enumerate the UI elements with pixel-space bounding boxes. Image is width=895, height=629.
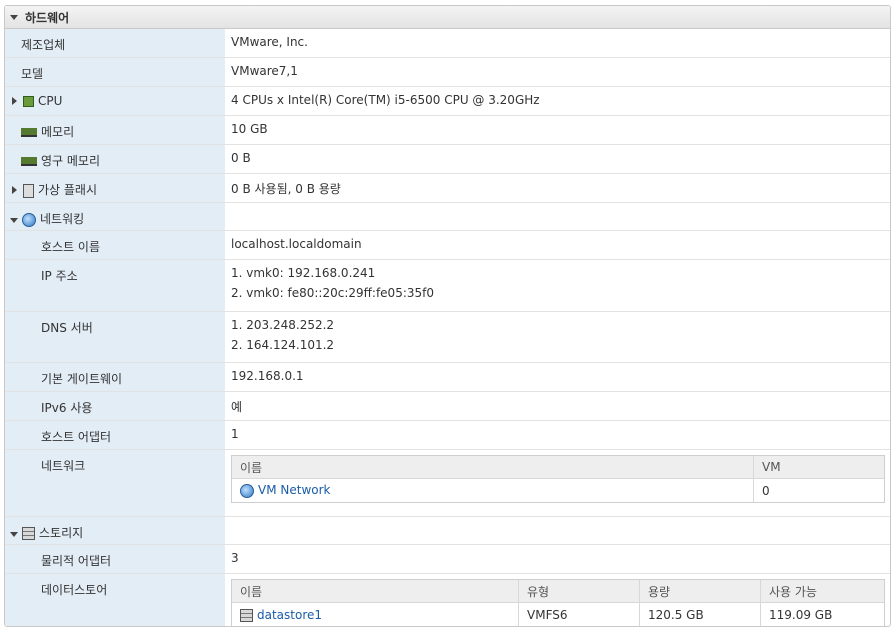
value-cpu: 4 CPUs x Intel(R) Core(TM) i5-6500 CPU @…: [231, 93, 540, 107]
label-virtual-flash: 가상 플래시: [38, 183, 98, 197]
value-ipv6: 예: [231, 400, 243, 414]
value-persistent-memory: 0 B: [231, 151, 251, 165]
label-datastore: 데이터스토어: [41, 583, 108, 597]
datastore-col-name[interactable]: 이름: [232, 580, 519, 603]
row-datastore: 데이터스토어 이름 유형 용량 사용 가능 datastore1 VMFS6 1…: [5, 574, 890, 626]
row-hostname: 호스트 이름 localhost.localdomain: [5, 231, 890, 260]
ip-value-1: 1. vmk0: 192.168.0.241: [231, 266, 376, 280]
label-ip: IP 주소: [41, 269, 78, 283]
row-vendor: 제조업체 VMware, Inc.: [5, 29, 890, 58]
value-virtual-flash: 0 B 사용됨, 0 B 용량: [231, 182, 341, 196]
network-vm-count: 0: [762, 483, 770, 498]
table-row: datastore1 VMFS6 120.5 GB 119.09 GB: [232, 602, 884, 626]
network-globe-icon: [22, 212, 36, 227]
label-gateway: 기본 게이트웨이: [41, 372, 123, 386]
caret-down-icon[interactable]: [10, 532, 18, 537]
row-ip: IP 주소 1. vmk0: 192.168.0.241 2. vmk0: fe…: [5, 260, 890, 312]
label-vendor: 제조업체: [21, 38, 66, 52]
value-host-adapters: 1: [231, 427, 239, 441]
value-networking: [225, 203, 890, 230]
label-ipv6: IPv6 사용: [41, 401, 93, 415]
label-model: 모델: [21, 67, 44, 81]
value-gateway: 192.168.0.1: [231, 369, 304, 383]
storage-icon: [22, 527, 35, 540]
value-memory: 10 GB: [231, 122, 268, 136]
label-storage: 스토리지: [39, 526, 84, 540]
datastore-col-type[interactable]: 유형: [518, 580, 640, 603]
label-physical-adapters: 물리적 어댑터: [41, 554, 112, 568]
row-model: 모델 VMware7,1: [5, 58, 890, 87]
table-row: VM Network 0: [232, 478, 884, 502]
memory-icon: [21, 128, 37, 137]
label-host-adapters: 호스트 어댑터: [41, 430, 112, 444]
caret-right-icon[interactable]: [12, 186, 17, 194]
row-network: 네트워크 이름 VM VM Network 0: [5, 450, 890, 517]
flash-icon: [23, 183, 34, 198]
row-storage[interactable]: 스토리지: [5, 517, 890, 545]
label-dns: DNS 서버: [41, 321, 93, 335]
datastore-capacity: 120.5 GB: [639, 602, 761, 626]
hardware-section-header[interactable]: 하드웨어: [5, 6, 890, 29]
label-persistent-memory: 영구 메모리: [41, 154, 101, 168]
caret-down-icon[interactable]: [10, 218, 18, 223]
dns-value-2: 2. 164.124.101.2: [231, 338, 335, 352]
row-gateway: 기본 게이트웨이 192.168.0.1: [5, 363, 890, 392]
label-cpu: CPU: [38, 94, 63, 108]
network-col-name[interactable]: 이름: [232, 456, 754, 479]
row-virtual-flash[interactable]: 가상 플래시 0 B 사용됨, 0 B 용량: [5, 174, 890, 203]
cpu-icon: [23, 96, 34, 107]
value-storage: [225, 517, 890, 544]
row-host-adapters: 호스트 어댑터 1: [5, 421, 890, 450]
row-networking[interactable]: 네트워킹: [5, 203, 890, 231]
label-network: 네트워크: [41, 459, 86, 473]
network-table: 이름 VM VM Network 0: [231, 455, 885, 503]
vm-network-link[interactable]: VM Network: [258, 483, 330, 497]
label-networking: 네트워킹: [40, 212, 85, 226]
network-col-vm[interactable]: VM: [753, 456, 884, 479]
datastore-col-capacity[interactable]: 용량: [639, 580, 761, 603]
network-globe-icon: [240, 483, 254, 498]
caret-right-icon[interactable]: [12, 97, 17, 105]
value-model: VMware7,1: [231, 64, 298, 78]
row-dns: DNS 서버 1. 203.248.252.2 2. 164.124.101.2: [5, 312, 890, 363]
caret-down-icon[interactable]: [10, 14, 18, 20]
hardware-panel: 하드웨어 제조업체 VMware, Inc. 모델 VMware7,1 CPU …: [4, 5, 891, 627]
label-hostname: 호스트 이름: [41, 240, 101, 254]
row-persistent-memory: 영구 메모리 0 B: [5, 145, 890, 174]
label-memory: 메모리: [41, 125, 75, 139]
datastore-table: 이름 유형 용량 사용 가능 datastore1 VMFS6 120.5 GB…: [231, 579, 885, 626]
row-physical-adapters: 물리적 어댑터 3: [5, 545, 890, 574]
datastore-type: VMFS6: [518, 602, 640, 626]
row-memory: 메모리 10 GB: [5, 116, 890, 145]
value-physical-adapters: 3: [231, 551, 239, 565]
datastore-link[interactable]: datastore1: [257, 608, 322, 622]
memory-icon: [21, 157, 37, 166]
datastore-free: 119.09 GB: [769, 607, 833, 622]
datastore-col-free[interactable]: 사용 가능: [760, 580, 884, 603]
section-title: 하드웨어: [25, 10, 70, 25]
value-vendor: VMware, Inc.: [231, 35, 308, 49]
ip-value-2: 2. vmk0: fe80::20c:29ff:fe05:35f0: [231, 286, 434, 300]
dns-value-1: 1. 203.248.252.2: [231, 318, 335, 332]
row-cpu[interactable]: CPU 4 CPUs x Intel(R) Core(TM) i5-6500 C…: [5, 87, 890, 116]
row-ipv6: IPv6 사용 예: [5, 392, 890, 421]
datastore-icon: [240, 608, 253, 622]
value-hostname: localhost.localdomain: [231, 237, 362, 251]
